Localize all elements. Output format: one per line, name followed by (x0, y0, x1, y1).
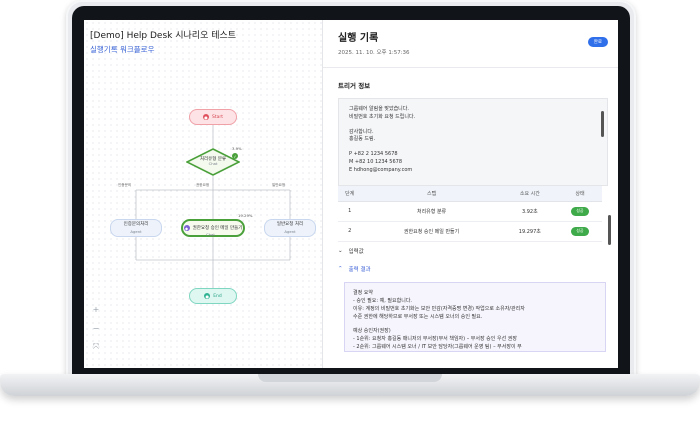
cell-step: 처리유형 분류 (361, 201, 502, 222)
chevron-up-icon: ⌃ (338, 265, 343, 272)
general-agent-label: 일반요청 처리 (276, 221, 304, 227)
output-line: 결정 요약 (353, 289, 373, 296)
classify-percent: 3.9% (232, 146, 242, 151)
auth-agent-node[interactable]: 인증문의처리 Agent (110, 219, 162, 237)
col-step: 스텝 (361, 186, 502, 202)
zoom-out-button[interactable]: − (90, 322, 102, 334)
classify-type: Chat (208, 161, 218, 167)
chevron-down-icon: ⌄ (338, 247, 343, 254)
fit-view-button[interactable]: ⤧ (90, 341, 102, 353)
record-timestamp: 2025. 11. 10. 오후 1:57:36 (338, 50, 410, 56)
trigger-line: 감사합니다. (349, 128, 374, 135)
col-step-no: 단계 (338, 186, 362, 202)
output-result-box[interactable]: 결정 요약 - 승인 필요: 예, 필요합니다. 이유: 계정의 비밀번호 초기… (344, 281, 606, 352)
success-badge: 성공 (571, 226, 589, 236)
general-agent-node[interactable]: 일반요청 처리 Agent (264, 219, 316, 237)
trigger-section-title: 트리거 정보 (338, 82, 371, 90)
output-line: 예상 승인자(권장) (353, 327, 391, 334)
branch-label-permission: 권한요청 (196, 183, 210, 187)
branch-label-general: 일반요청 (272, 183, 286, 187)
trigger-message-box[interactable]: 그룹웨어 알림을 맞았습니다. 비밀번호 초기화 요청 드립니다. 감사합니다.… (338, 98, 608, 186)
workflow-canvas[interactable]: [Demo] Help Desk 시나리오 테스트 실행기록 워크플로우 ● S… (84, 20, 323, 368)
output-line: - 2순위: 그룹웨어 시스템 오너 / IT 보안 담당자(그룹웨어 운영 팀… (353, 343, 522, 350)
input-toggle[interactable]: ⌄ 입력값 (323, 242, 618, 260)
cell-duration: 19.297초 (501, 221, 558, 242)
permission-mail-type: Chat (206, 232, 215, 237)
col-duration: 소요 시간 (501, 186, 558, 202)
auth-agent-label: 인증문의처리 (123, 221, 149, 227)
table-header-row: 단계 스텝 소요 시간 상태 (338, 186, 602, 202)
cell-duration: 3.92초 (501, 201, 558, 222)
table-row[interactable]: 1 처리유형 분류 3.92초 성공 (338, 201, 602, 222)
check-icon: ✓ (232, 153, 238, 159)
trigger-line: E hdhong@company.com (349, 166, 413, 173)
cell-step-no: 1 (338, 201, 362, 222)
start-node[interactable]: ● Start (189, 109, 237, 125)
trigger-line: M +82 10 1234 5678 (349, 158, 403, 165)
success-badge: 성공 (571, 206, 589, 216)
trigger-scrollbar[interactable] (601, 111, 604, 137)
cell-step: 권한요청 승인 메일 만들기 (361, 221, 502, 242)
start-icon: ● (203, 114, 209, 120)
start-label: Start (212, 114, 223, 120)
permission-mail-percent: 19.29% (238, 213, 253, 218)
page-scrollbar[interactable] (608, 215, 611, 245)
laptop-notch (258, 374, 442, 382)
workflow-edges (135, 125, 291, 288)
trigger-line: 그룹웨어 알림을 맞았습니다. (349, 106, 409, 112)
end-label: End (213, 293, 222, 299)
trigger-line: 홍길동 드림. (349, 136, 376, 143)
output-line: 수준 권한에 해당하므로 부서장 또는 시스템 오너의 승인 필요. (353, 313, 483, 320)
output-line: - 승인 필요: 예, 필요합니다. (353, 297, 413, 304)
output-line: 이유: 계정의 비밀번호 초기화는 보안 민감(자격증명 변경) 작업으로 소유… (353, 305, 525, 312)
app-screen: [Demo] Help Desk 시나리오 테스트 실행기록 워크플로우 ● S… (84, 20, 618, 368)
input-toggle-label: 입력값 (348, 248, 364, 255)
output-toggle-label: 출력 결과 (348, 266, 371, 273)
table-row[interactable]: 2 권한요청 승인 메일 만들기 19.297초 성공 (338, 221, 602, 242)
trigger-line: P +82 2 1234 5678 (349, 151, 398, 157)
end-icon: ● (204, 293, 211, 299)
auth-agent-type: Agent (130, 228, 142, 234)
execution-record-panel: 실행 기록 2025. 11. 10. 오후 1:57:36 완료 트리거 정보… (323, 20, 618, 368)
cell-step-no: 2 (338, 221, 362, 242)
chat-icon: ◆ (183, 225, 190, 231)
output-toggle[interactable]: ⌃ 출력 결과 (323, 260, 618, 278)
end-node[interactable]: ● End (189, 288, 237, 304)
general-agent-type: Agent (284, 228, 296, 234)
steps-table: 단계 스텝 소요 시간 상태 1 처리유형 분류 3.92초 성공 2 권한요청… (338, 186, 602, 242)
trigger-line: 비밀번호 초기화 요청 드립니다. (349, 113, 416, 120)
status-badge: 완료 (587, 37, 608, 47)
col-status: 상태 (557, 186, 602, 202)
output-line: - 1순위: 요청자 홍길동 매니저의 부서장(부서 책임자) – 부서장 승인… (353, 335, 517, 342)
branch-label-auth: 인증문의 (118, 183, 132, 187)
classify-node[interactable]: 처리유형 분류 Chat (186, 148, 240, 176)
trigger-line (349, 144, 597, 151)
trigger-line (349, 122, 597, 129)
permission-mail-label: 권한요청 승인 메일 만들기 (192, 226, 243, 231)
zoom-in-button[interactable]: + (90, 303, 102, 315)
record-title: 실행 기록 (338, 33, 379, 44)
record-header: 실행 기록 2025. 11. 10. 오후 1:57:36 완료 (323, 20, 618, 68)
